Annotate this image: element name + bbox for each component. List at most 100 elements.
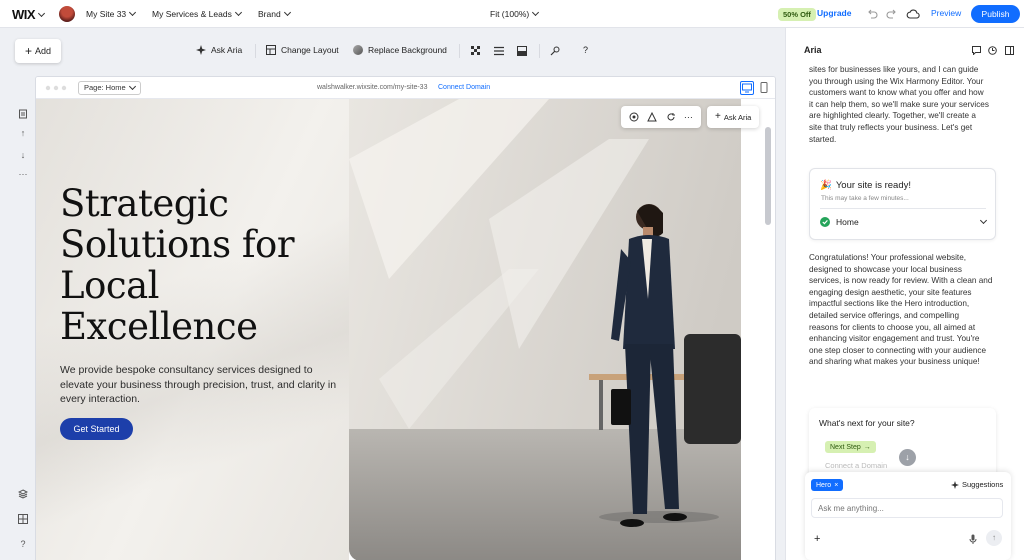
site-ready-card: 🎉 Your site is ready! This may take a fe… [809,168,996,240]
canvas-scrollbar[interactable] [765,127,771,225]
refresh-icon[interactable] [666,112,676,122]
editor-canvas: Page: Home walshwalker.wixsite.com/my-si… [35,76,776,560]
section-tools: ··· [621,106,701,128]
hero-text-section[interactable]: Strategic Solutions for Local Excellence… [36,99,349,560]
services-menu-label: My Services & Leads [152,9,232,19]
history-icon[interactable] [988,46,997,55]
page-selector-label: Page: Home [84,83,126,92]
section-icon[interactable] [517,46,527,56]
whats-next-title: What's next for your site? [819,418,915,428]
design-icon[interactable] [629,112,639,122]
canvas-ask-aria-button[interactable]: + Ask Aria [707,106,760,128]
animation-icon[interactable] [647,112,658,122]
desktop-view-icon[interactable] [740,81,754,95]
microphone-icon[interactable] [969,534,977,544]
grid-icon[interactable] [17,513,29,525]
send-icon[interactable]: ↑ [986,530,1002,546]
chat-composer: Hero× Suggestions + ↑ [805,472,1011,560]
toolbar-divider [539,44,540,58]
site-ready-subtitle: This may take a few minutes... [821,195,909,202]
pattern-icon[interactable] [471,46,481,56]
get-started-button[interactable]: Get Started [60,418,133,440]
collapse-panel-icon[interactable] [1005,46,1014,55]
services-menu[interactable]: My Services & Leads [152,0,242,28]
zoom-label: Fit (100%) [490,9,530,19]
site-menu[interactable]: My Site 33 [86,0,137,28]
toolbar-divider [255,44,256,58]
chevron-down-icon [128,82,136,91]
change-layout-tool[interactable]: Change Layout [266,45,339,55]
arrow-right-icon: → [863,443,871,451]
undo-icon[interactable] [866,8,878,20]
redo-icon[interactable] [886,8,898,20]
brand-menu[interactable]: Brand [258,0,291,28]
chevron-down-icon [129,8,137,17]
ask-input[interactable] [811,498,1003,518]
more-icon[interactable]: ··· [17,168,29,180]
site-url-bar: Page: Home walshwalker.wixsite.com/my-si… [36,77,775,99]
window-dots-icon [45,84,69,92]
chevron-down-icon [283,8,291,17]
background-thumb-icon [353,45,363,55]
canvas-ask-aria-label: Ask Aria [723,112,752,122]
site-menu-label: My Site 33 [86,9,127,19]
link-icon[interactable] [550,46,560,56]
panel-title: Aria [804,45,822,55]
help-icon[interactable]: ? [583,45,588,55]
replace-background-tool[interactable]: Replace Background [353,45,447,55]
site-avatar[interactable] [59,6,75,22]
next-step-button[interactable]: Next Step → [825,441,876,453]
add-button[interactable]: + Add [15,39,61,63]
site-ready-title: 🎉 Your site is ready! [820,180,912,191]
hero-image[interactable] [349,99,741,560]
chevron-down-icon [532,8,540,17]
plus-icon: + [715,111,721,122]
replace-background-label: Replace Background [368,45,447,55]
suggestions-button[interactable]: Suggestions [951,480,1003,489]
close-icon: × [834,481,839,489]
arrow-down-icon[interactable]: ↓ [17,149,29,161]
cloud-save-icon[interactable] [906,8,920,20]
top-bar: WIX My Site 33 My Services & Leads Brand… [0,0,1024,28]
attach-plus-icon[interactable]: + [814,533,820,545]
context-tag[interactable]: Hero × [811,479,844,491]
connect-domain-link[interactable]: Connect Domain [438,84,490,91]
chevron-down-icon [234,8,242,17]
publish-button[interactable]: Publish [971,5,1020,23]
page-status-home[interactable]: Home [820,216,988,227]
brand-menu-label: Brand [258,9,281,19]
sparkle-icon [951,480,959,489]
page-selector[interactable]: Page: Home [78,81,141,95]
change-layout-label: Change Layout [281,45,339,55]
more-options-icon[interactable]: ··· [684,112,693,122]
connect-domain-suggestion[interactable]: Connect a Domain [825,461,887,470]
toolbar-divider [459,44,460,58]
discount-badge: 50% Off [778,8,816,21]
preview-button[interactable]: Preview [931,8,961,18]
hero-subtext[interactable]: We provide bespoke consultancy services … [60,363,340,407]
mobile-view-icon[interactable] [760,82,768,93]
align-icon[interactable] [494,46,504,56]
upgrade-link[interactable]: Upgrade [817,8,851,18]
layers-icon[interactable] [17,488,29,500]
check-circle-icon [820,217,830,227]
add-button-label: Add [35,46,52,56]
office-photo [349,99,741,560]
site-url: walshwalker.wixsite.com/my-site-33 [317,84,428,91]
scroll-down-icon[interactable]: ↓ [899,449,916,466]
chat-icon[interactable] [972,46,981,55]
arrow-up-icon[interactable]: ↑ [17,127,29,139]
zoom-menu[interactable]: Fit (100%) [490,0,540,28]
hero-heading[interactable]: Strategic Solutions for Local Excellence [60,183,340,347]
help-rail-icon[interactable]: ? [17,538,29,550]
layout-icon [266,45,276,55]
pages-icon[interactable] [17,108,29,120]
ask-aria-label: Ask Aria [211,45,243,55]
party-icon: 🎉 [820,180,832,191]
aria-intro-message: sites for businesses like yours, and I c… [809,65,989,144]
wix-logo[interactable]: WIX [12,7,46,22]
ask-aria-tool[interactable]: Ask Aria [196,45,242,55]
sparkle-icon [196,45,206,55]
aria-panel: Aria sites for businesses like yours, an… [785,28,1024,560]
aria-congrats-message: Congratulations! Your professional websi… [809,253,993,367]
